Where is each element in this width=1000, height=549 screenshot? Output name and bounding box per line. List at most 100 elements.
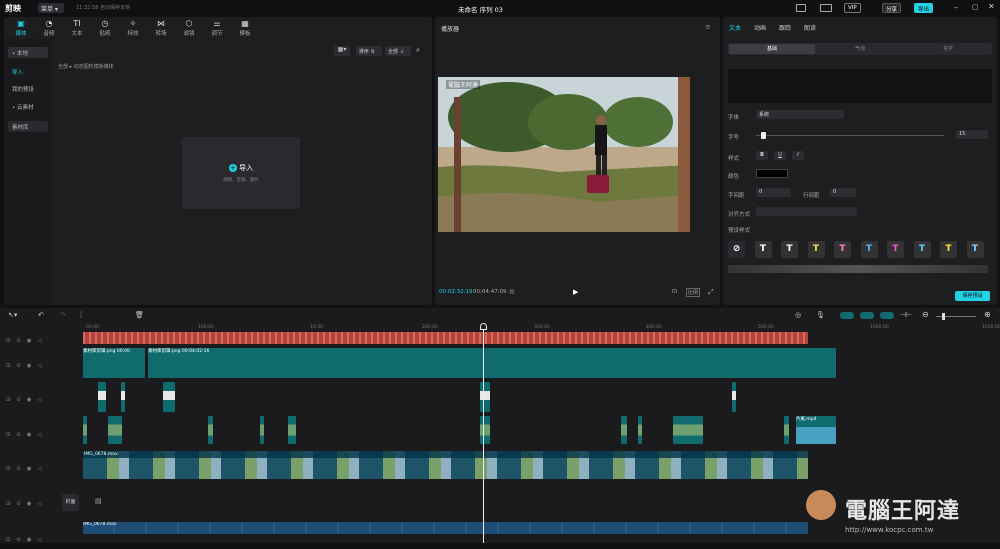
share-button[interactable]: 分享 bbox=[882, 3, 902, 13]
play-icon[interactable]: ▶ bbox=[573, 288, 578, 296]
preset-style-swatch[interactable]: T bbox=[754, 241, 772, 258]
video-preview[interactable]: 電腦王阿達 bbox=[438, 77, 690, 232]
small-clip[interactable] bbox=[480, 416, 490, 444]
view-toggle-icon[interactable]: ▦▾ bbox=[334, 46, 350, 56]
zoom-out-icon[interactable]: ⊖ bbox=[922, 310, 929, 319]
save-preset-button[interactable]: 保存预设 bbox=[955, 291, 990, 301]
cover-button[interactable]: 封面 bbox=[62, 494, 79, 511]
playhead-handle[interactable] bbox=[480, 323, 487, 330]
sticker-clip[interactable]: 素材库剪辑.png 00:04:02:16 bbox=[148, 348, 836, 378]
main-video-track[interactable]: IMG_0678.mov bbox=[83, 451, 808, 479]
preset-style-swatch[interactable]: T bbox=[940, 241, 957, 258]
tool-tab[interactable]: TI 文本 bbox=[64, 19, 90, 37]
sidebar-item[interactable]: 导入 bbox=[8, 66, 48, 77]
preset-style-swatch[interactable]: T bbox=[781, 241, 798, 258]
color-swatch[interactable] bbox=[756, 169, 788, 178]
filter-button[interactable]: 全部 ⏚ bbox=[385, 46, 411, 56]
import-dropzone[interactable]: + 导入 视频、音频、图片 bbox=[182, 137, 300, 209]
inspector-tab[interactable]: 动画 bbox=[754, 23, 766, 32]
screenshot-icon[interactable]: ⊡ bbox=[672, 288, 677, 295]
vip-button[interactable]: VIP bbox=[844, 3, 861, 13]
track-header[interactable]: ⊡ ⊙ ◉ ◁ bbox=[6, 501, 54, 513]
inspector-tab[interactable]: 文本 bbox=[729, 23, 741, 32]
small-clip[interactable] bbox=[621, 416, 627, 444]
track-header[interactable]: ⊡ ⊙ ◉ ◁ bbox=[6, 466, 54, 478]
font-select[interactable]: 系统 bbox=[756, 110, 844, 119]
size-slider-handle[interactable] bbox=[761, 132, 766, 139]
text-track-strip[interactable] bbox=[83, 332, 808, 344]
minimize-icon[interactable]: – bbox=[954, 3, 958, 12]
inspector-subtab[interactable]: 气泡 bbox=[817, 44, 903, 54]
small-clip[interactable] bbox=[673, 416, 703, 444]
search-icon[interactable]: ⌕ bbox=[416, 46, 420, 55]
zoom-handle[interactable] bbox=[942, 313, 945, 320]
size-field[interactable]: 15 bbox=[956, 130, 988, 139]
preset-row-2[interactable] bbox=[728, 265, 988, 273]
preset-style-swatch[interactable]: T bbox=[966, 241, 984, 258]
preset-style-swatch[interactable]: T bbox=[807, 241, 825, 258]
track-header[interactable]: ⊡ ⊙ ◉ ◁ bbox=[6, 537, 54, 549]
inspector-tab[interactable]: 跟踪 bbox=[779, 23, 791, 32]
inspector-tab[interactable]: 朗读 bbox=[804, 23, 816, 32]
tool-tab[interactable]: ▦ 模板 bbox=[232, 19, 258, 37]
underline-button[interactable]: U bbox=[774, 151, 786, 160]
bold-button[interactable]: B bbox=[756, 151, 768, 160]
tool-tab[interactable]: ✧ 特效 bbox=[120, 19, 146, 37]
sidebar-item[interactable]: 素材库 bbox=[8, 121, 48, 132]
letter-spacing-field[interactable]: 0 bbox=[756, 188, 791, 197]
player-menu-icon[interactable]: ≡ bbox=[705, 23, 711, 31]
select-tool-icon[interactable]: ↖▾ bbox=[8, 311, 17, 319]
small-clip[interactable] bbox=[108, 416, 122, 444]
undo-icon[interactable]: ↶ bbox=[38, 311, 44, 319]
preset-style-swatch[interactable]: T bbox=[887, 241, 904, 258]
small-clip[interactable] bbox=[121, 382, 125, 412]
small-clip[interactable] bbox=[208, 416, 213, 444]
mic-icon[interactable]: 🎙 bbox=[816, 311, 825, 319]
tool-tab[interactable]: ⋈ 转场 bbox=[148, 19, 174, 37]
tool-tab[interactable]: ⬡ 滤镜 bbox=[176, 19, 202, 37]
delete-icon[interactable]: 🗑 bbox=[135, 311, 144, 319]
tool-tab[interactable]: ▣ 媒体 bbox=[8, 19, 34, 37]
zoom-in-icon[interactable]: ⊕ bbox=[984, 310, 991, 319]
playhead[interactable] bbox=[483, 324, 484, 543]
track-header[interactable]: ⊡ ⊙ ◉ ◁ bbox=[6, 397, 54, 409]
line-spacing-field[interactable]: 0 bbox=[830, 188, 856, 197]
preview-axis-toggle[interactable] bbox=[880, 312, 894, 319]
link-toggle[interactable] bbox=[840, 312, 854, 319]
inspector-subtab[interactable]: 花字 bbox=[905, 44, 991, 54]
export-button[interactable]: 导出 bbox=[914, 3, 934, 13]
audio-track[interactable]: IMG_0678.mov bbox=[83, 522, 808, 534]
sidebar-item[interactable]: • 本地 bbox=[8, 47, 48, 58]
small-clip[interactable] bbox=[163, 382, 175, 412]
track-header[interactable]: ⊡ ⊙ ◉ ◁ bbox=[6, 338, 54, 350]
tool-tab[interactable]: ⚌ 调节 bbox=[204, 19, 230, 37]
italic-button[interactable]: I bbox=[792, 151, 804, 160]
small-clip[interactable] bbox=[83, 416, 87, 444]
align-buttons[interactable] bbox=[756, 207, 857, 216]
small-clip[interactable] bbox=[98, 382, 106, 412]
shortcut-icon[interactable] bbox=[796, 4, 806, 12]
ratio-button[interactable]: 比例 bbox=[686, 288, 701, 297]
split-audio-icon[interactable]: ⊣⊢ bbox=[900, 311, 912, 319]
sort-button[interactable]: 排序 ⇅ bbox=[356, 46, 382, 56]
sticker-clip[interactable]: 素材库剪辑.png 00:00 bbox=[83, 348, 145, 378]
tool-tab[interactable]: ◷ 贴纸 bbox=[92, 19, 118, 37]
maximize-icon[interactable]: ▢ bbox=[972, 3, 979, 11]
text-input-area[interactable] bbox=[728, 69, 992, 103]
preset-style-swatch[interactable]: T bbox=[860, 241, 878, 258]
small-clip[interactable] bbox=[732, 382, 736, 412]
snap-toggle[interactable] bbox=[860, 312, 874, 319]
fullscreen-icon[interactable]: ⤢ bbox=[708, 288, 714, 297]
small-clip[interactable] bbox=[288, 416, 296, 444]
inspector-subtab[interactable]: 基础 bbox=[729, 44, 815, 54]
tool-tab[interactable]: ◔ 音频 bbox=[36, 19, 62, 37]
track-header[interactable]: ⊡ ⊙ ◉ ◁ bbox=[6, 363, 54, 375]
timecode-grid-icon[interactable]: ▦ bbox=[509, 288, 515, 295]
preset-style-swatch[interactable]: T bbox=[913, 241, 931, 258]
small-clip[interactable] bbox=[480, 382, 490, 412]
small-clip[interactable] bbox=[260, 416, 264, 444]
magnet-icon[interactable]: ◎ bbox=[795, 311, 801, 319]
preset-style-swatch[interactable]: T bbox=[834, 241, 851, 258]
split-icon[interactable]: ⫿ bbox=[80, 311, 82, 320]
close-icon[interactable]: ✕ bbox=[988, 2, 995, 11]
